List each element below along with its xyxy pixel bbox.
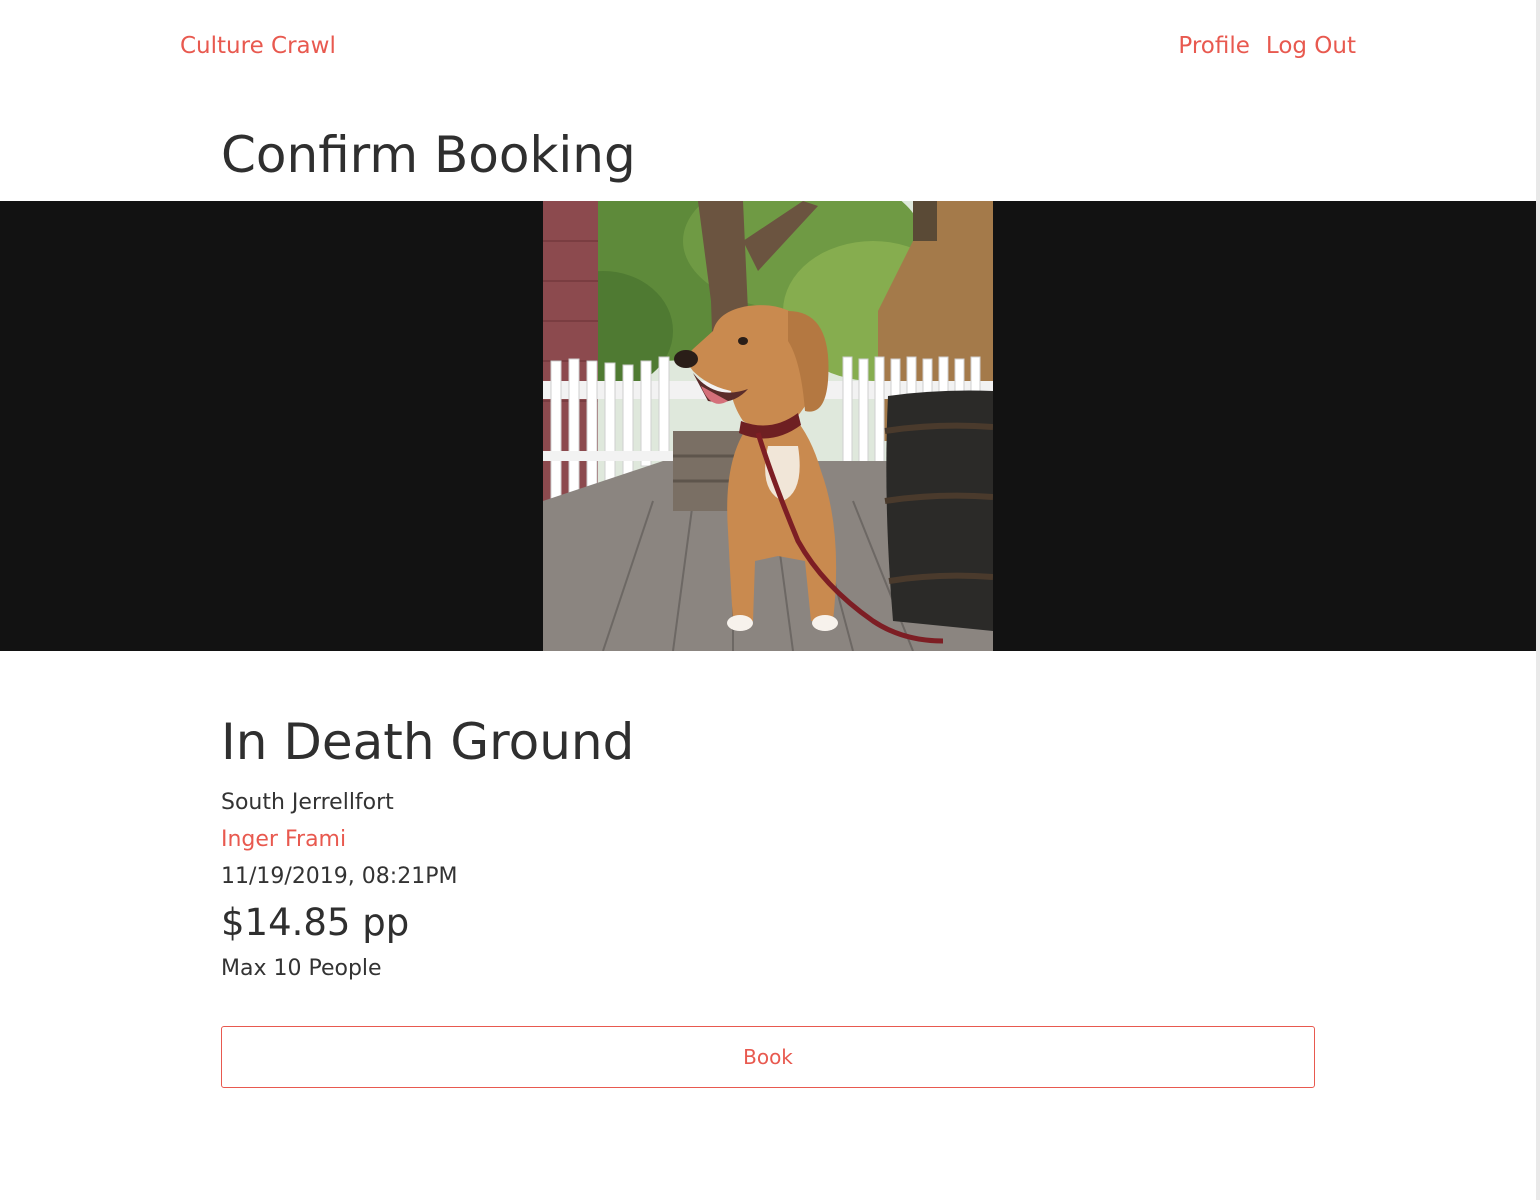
scrollbar-track[interactable] [1536, 0, 1540, 1200]
event-image-banner [0, 201, 1536, 651]
top-navbar: Culture Crawl Profile Log Out [0, 0, 1540, 98]
logout-link[interactable]: Log Out [1266, 33, 1356, 59]
page-title: Confirm Booking [221, 126, 636, 184]
nav-links: Profile Log Out [1178, 33, 1356, 59]
event-datetime: 11/19/2019, 08:21PM [221, 864, 458, 889]
dog-photo-icon [543, 201, 993, 651]
event-host-link[interactable]: Inger Frami [221, 825, 1315, 855]
page: Culture Crawl Profile Log Out Confirm Bo… [0, 0, 1540, 1200]
event-capacity: Max 10 People [221, 956, 382, 981]
event-price: $14.85 pp [221, 901, 410, 944]
event-location: South Jerrellfort [221, 790, 394, 815]
event-title: In Death Ground [221, 713, 635, 771]
event-details: In Death Ground South Jerrellfort Inger … [221, 710, 1315, 984]
book-button[interactable]: Book [221, 1026, 1315, 1088]
event-photo [543, 201, 993, 651]
brand-link[interactable]: Culture Crawl [180, 33, 336, 59]
profile-link[interactable]: Profile [1178, 33, 1250, 59]
